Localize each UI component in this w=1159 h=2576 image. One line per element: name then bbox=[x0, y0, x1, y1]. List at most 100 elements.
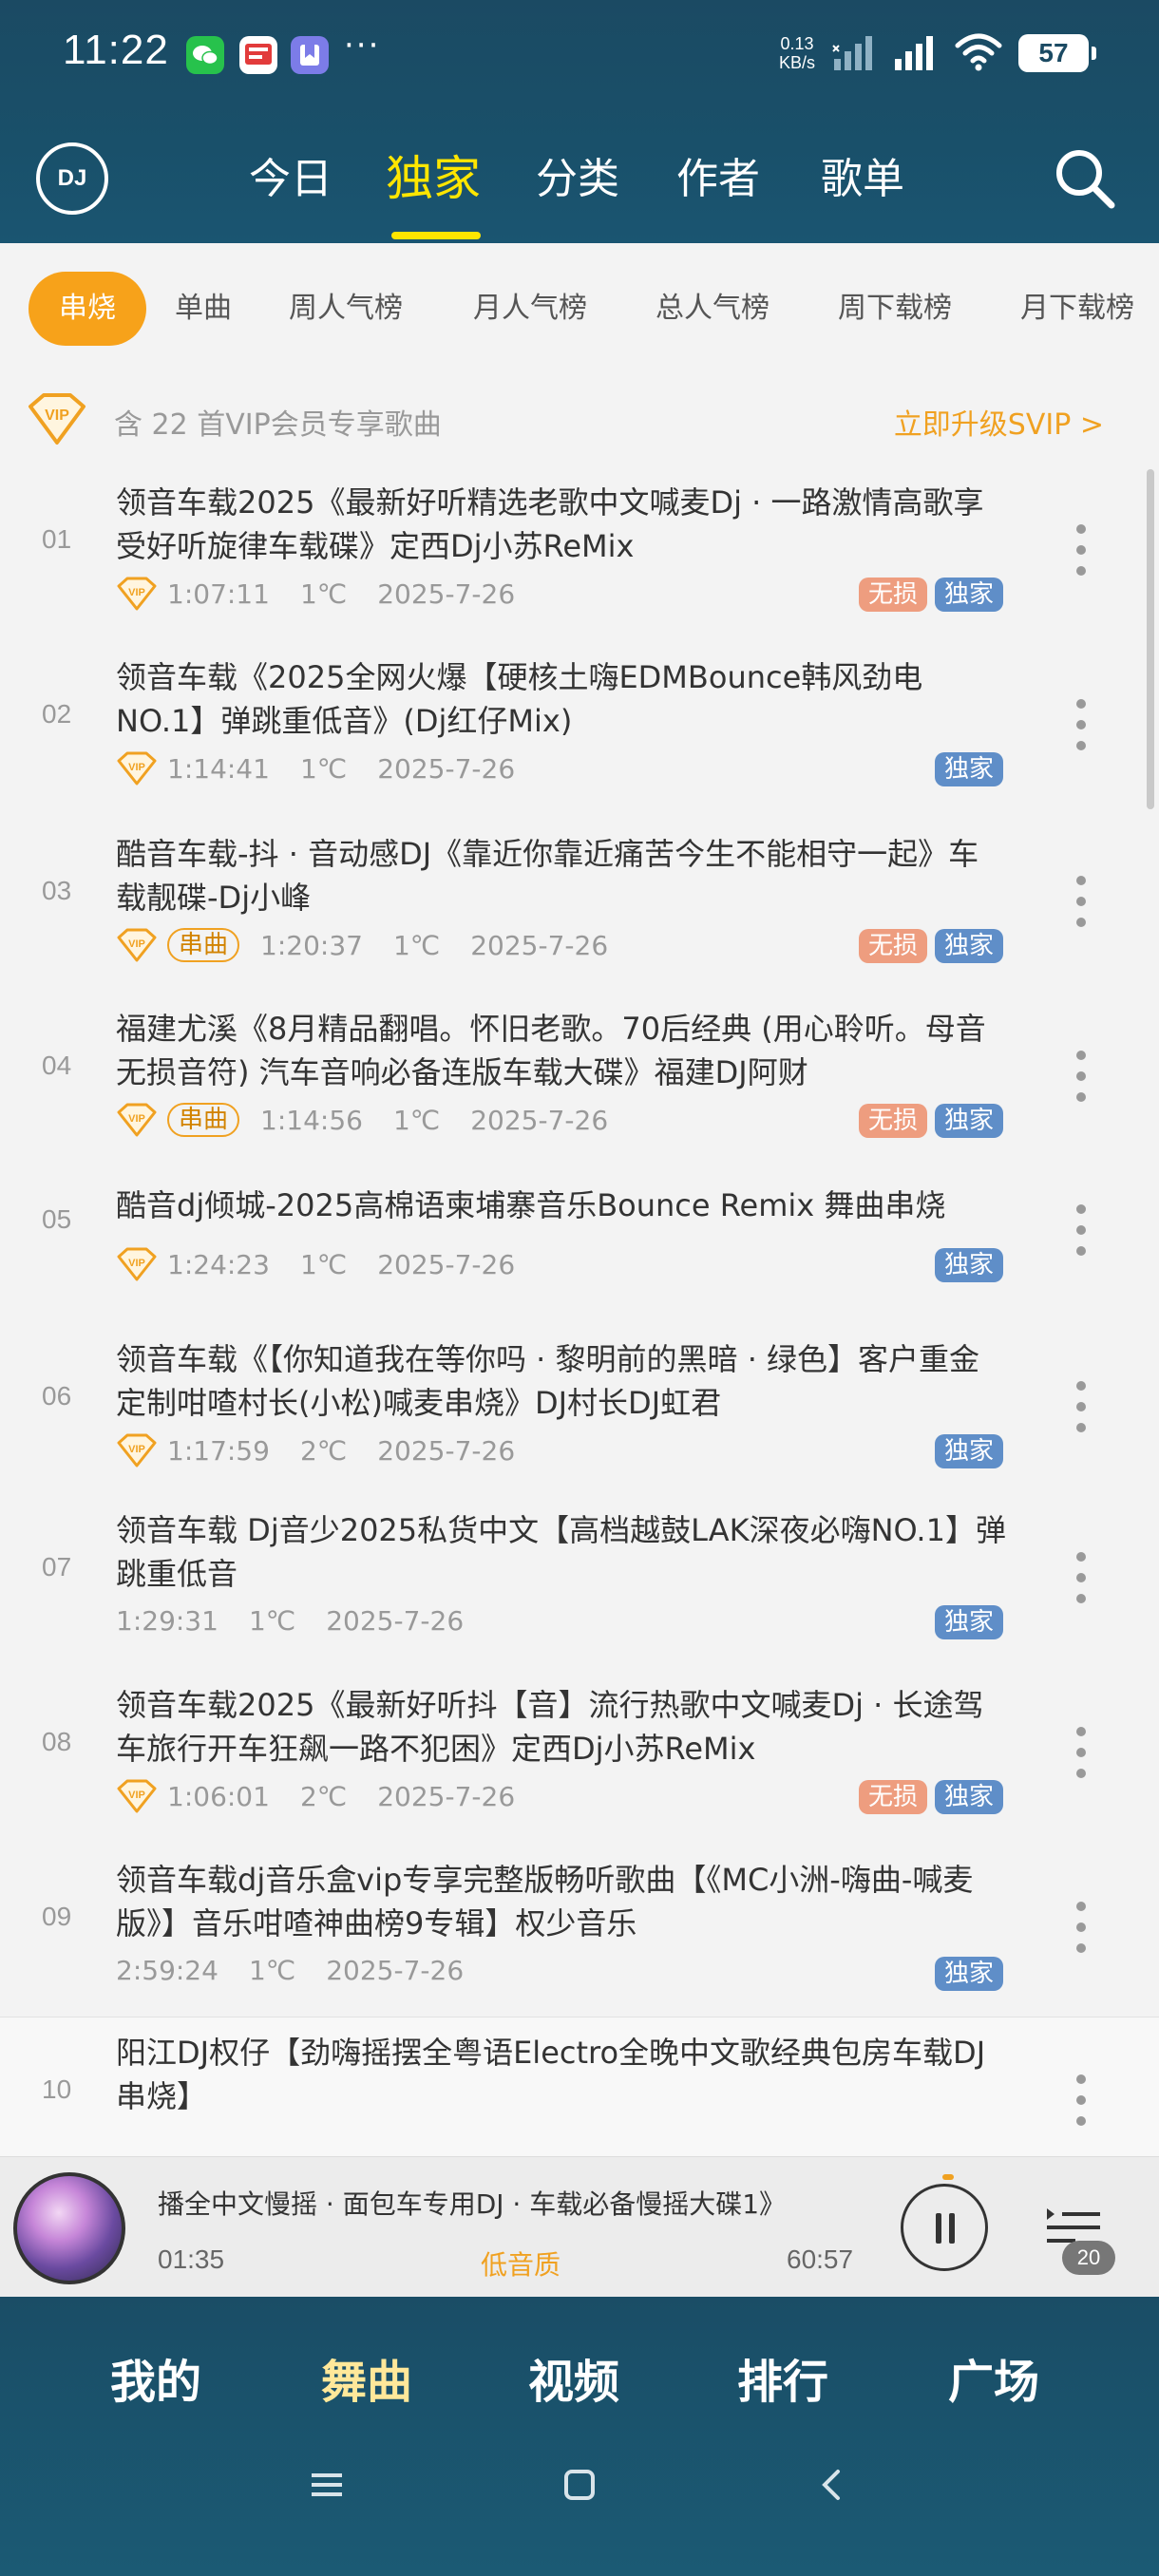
nav-ranking[interactable]: 排行 bbox=[737, 2344, 828, 2411]
exclusive-badge: 独家 bbox=[934, 1104, 1003, 1138]
back-icon[interactable] bbox=[815, 2468, 849, 2502]
vip-count-text: 含 22 首VIP会员专享歌曲 bbox=[114, 408, 442, 442]
menu-icon[interactable] bbox=[310, 2468, 344, 2502]
song-meta: 2:59:24 1℃ 2025-7-26 bbox=[116, 1955, 494, 1986]
chip-total-popular[interactable]: 总人气榜 bbox=[656, 272, 770, 346]
chip-monthly-popular[interactable]: 月人气榜 bbox=[473, 272, 587, 346]
app-icon-3 bbox=[291, 36, 329, 74]
signal-1-icon bbox=[832, 36, 872, 70]
song-meta: VIP 串曲 1:14:56 1℃ 2025-7-26 bbox=[116, 1102, 638, 1138]
song-tags: 无损 独家 bbox=[851, 578, 1003, 612]
song-row[interactable]: 05 酷音dj倾城-2025高棉语柬埔寨音乐Bounce Remix 舞曲串烧 … bbox=[0, 1166, 1159, 1315]
more-options-icon[interactable] bbox=[1072, 1381, 1091, 1444]
upgrade-svip-link[interactable]: 立即升级SVIP > bbox=[894, 401, 1104, 443]
mini-player[interactable]: 播全中文慢摇 · 面包车专用DJ · 车载必备慢摇大碟1》 01:35 低音质 … bbox=[0, 2156, 1159, 2297]
song-title: 领音车载《2025全网火爆【硬核土嗨EDMBounce韩风劲电NO.1】弹跳重低… bbox=[116, 659, 923, 739]
song-meta: VIP 1:07:11 1℃ 2025-7-26 bbox=[116, 576, 545, 612]
more-options-icon[interactable] bbox=[1072, 524, 1091, 587]
tab-playlist[interactable]: 歌单 bbox=[821, 144, 904, 205]
song-row[interactable]: 04 福建尤溪《8月精品翻唱。怀旧老歌。70后经典 (用心聆听。母音无损音符) … bbox=[0, 992, 1159, 1166]
nav-square[interactable]: 广场 bbox=[948, 2344, 1039, 2411]
signal-2-icon bbox=[895, 36, 933, 70]
chip-weekly-popular[interactable]: 周人气榜 bbox=[289, 272, 403, 346]
lossless-badge: 无损 bbox=[858, 1104, 927, 1138]
song-row[interactable]: 02 领音车载《2025全网火爆【硬核土嗨EDMBounce韩风劲电NO.1】弹… bbox=[0, 642, 1159, 817]
song-list: 01 领音车载2025《最新好听精选老歌中文喊麦Dj · 一路激情高歌享受好听旋… bbox=[0, 469, 1159, 2192]
list-scrollbar[interactable] bbox=[1147, 469, 1154, 809]
song-row[interactable]: 06 领音车载《【你知道我在等你吗 · 黎明前的黑暗 · 绿色】客户重金定制咁喳… bbox=[0, 1315, 1159, 1497]
now-playing-title: 播全中文慢摇 · 面包车专用DJ · 车载必备慢摇大碟1》 bbox=[158, 2188, 787, 2220]
exclusive-badge: 独家 bbox=[934, 1434, 1003, 1468]
lossless-badge: 无损 bbox=[858, 1780, 927, 1814]
tab-author[interactable]: 作者 bbox=[676, 144, 760, 205]
song-row[interactable]: 08 领音车载2025《最新好听抖【音】流行热歌中文喊麦Dj · 长途驾车旅行开… bbox=[0, 1672, 1159, 1847]
nav-mine[interactable]: 我的 bbox=[110, 2344, 201, 2411]
content-area: 串烧 单曲 周人气榜 月人气榜 总人气榜 周下载榜 月下载榜 VIP 含 22 … bbox=[0, 243, 1159, 2295]
song-meta: VIP 1:06:01 2℃ 2025-7-26 bbox=[116, 1778, 545, 1814]
song-duration: 1:20:37 bbox=[260, 929, 363, 961]
more-options-icon[interactable] bbox=[1072, 1902, 1091, 1964]
tab-today[interactable]: 今日 bbox=[249, 144, 332, 205]
exclusive-badge: 独家 bbox=[934, 1605, 1003, 1639]
battery-indicator: 57 bbox=[1018, 34, 1096, 72]
svg-text:VIP: VIP bbox=[45, 407, 69, 424]
song-meta: VIP 串曲 1:20:37 1℃ 2025-7-26 bbox=[116, 927, 638, 963]
song-number: 10 bbox=[42, 2074, 72, 2104]
song-date: 2025-7-26 bbox=[377, 578, 516, 610]
more-options-icon[interactable] bbox=[1072, 1051, 1091, 1113]
album-cover[interactable] bbox=[13, 2172, 125, 2284]
song-duration: 2:59:24 bbox=[116, 1955, 218, 1986]
net-speed: 0.13 KB/s bbox=[779, 34, 816, 72]
song-number: 02 bbox=[42, 699, 72, 729]
song-duration: 1:14:56 bbox=[260, 1104, 363, 1136]
home-icon[interactable] bbox=[562, 2468, 597, 2502]
song-duration: 1:07:11 bbox=[167, 578, 270, 610]
song-duration: 1:29:31 bbox=[116, 1605, 218, 1637]
song-row[interactable]: 03 酷音车载-抖 · 音动感DJ《靠近你靠近痛苦今生不能相守一起》车载靓碟-D… bbox=[0, 817, 1159, 992]
more-options-icon[interactable] bbox=[1072, 699, 1091, 762]
tab-exclusive[interactable]: 独家 bbox=[386, 141, 481, 209]
song-date: 2025-7-26 bbox=[470, 1104, 609, 1136]
audio-quality[interactable]: 低音质 bbox=[481, 2245, 560, 2282]
more-options-icon[interactable] bbox=[1072, 1552, 1091, 1615]
song-title: 领音车载dj音乐盒vip专享完整版畅听歌曲【《MC小洲-嗨曲-喊麦版》】音乐咁喳… bbox=[116, 1862, 974, 1941]
song-title: 领音车载2025《最新好听抖【音】流行热歌中文喊麦Dj · 长途驾车旅行开车狂飙… bbox=[116, 1687, 984, 1767]
svg-text:VIP: VIP bbox=[128, 1258, 145, 1269]
song-duration: 1:06:01 bbox=[167, 1780, 270, 1812]
song-meta: VIP 1:14:41 1℃ 2025-7-26 bbox=[116, 750, 545, 786]
chip-weekly-download[interactable]: 周下载榜 bbox=[838, 272, 952, 346]
exclusive-badge: 独家 bbox=[934, 752, 1003, 786]
more-notifications-icon: ··· bbox=[344, 27, 381, 65]
vip-icon: VIP bbox=[117, 751, 157, 786]
song-row[interactable]: 09 领音车载dj音乐盒vip专享完整版畅听歌曲【《MC小洲-嗨曲-喊麦版》】音… bbox=[0, 1847, 1159, 2017]
lossless-badge: 无损 bbox=[858, 578, 927, 612]
nav-dance-music[interactable]: 舞曲 bbox=[321, 2344, 412, 2411]
song-temp: 1℃ bbox=[299, 752, 348, 785]
chip-single[interactable]: 单曲 bbox=[175, 272, 232, 346]
search-icon[interactable] bbox=[1051, 144, 1119, 213]
exclusive-badge: 独家 bbox=[934, 929, 1003, 963]
more-options-icon[interactable] bbox=[1072, 1727, 1091, 1790]
more-options-icon[interactable] bbox=[1072, 2074, 1091, 2137]
exclusive-badge: 独家 bbox=[934, 1957, 1003, 1991]
song-temp: 1℃ bbox=[392, 929, 441, 961]
total-time: 60:57 bbox=[787, 2245, 854, 2274]
active-tab-indicator bbox=[391, 232, 481, 239]
nav-video[interactable]: 视频 bbox=[528, 2344, 619, 2411]
pause-button[interactable] bbox=[901, 2184, 988, 2271]
song-number: 04 bbox=[42, 1051, 72, 1080]
chip-monthly-download[interactable]: 月下载榜 bbox=[1020, 272, 1134, 346]
song-row[interactable]: 01 领音车载2025《最新好听精选老歌中文喊麦Dj · 一路激情高歌享受好听旋… bbox=[0, 469, 1159, 642]
exclusive-badge: 独家 bbox=[934, 1248, 1003, 1282]
vip-badge-icon: VIP bbox=[28, 393, 86, 445]
more-options-icon[interactable] bbox=[1072, 876, 1091, 938]
more-options-icon[interactable] bbox=[1072, 1204, 1091, 1267]
song-title: 阳江DJ权仔【劲嗨摇摆全粤语Electro全晚中文歌经典包房车载DJ串烧】 bbox=[116, 2035, 986, 2114]
vip-icon: VIP bbox=[117, 928, 157, 962]
bottom-navigation: 我的 舞曲 视频 排行 广场 bbox=[0, 2297, 1159, 2576]
song-row[interactable]: 07 领音车载 Dj音少2025私货中文【高档越鼓LAK深夜必嗨NO.1】弹跳重… bbox=[0, 1497, 1159, 1672]
tab-category[interactable]: 分类 bbox=[536, 144, 619, 205]
exclusive-badge: 独家 bbox=[934, 578, 1003, 612]
song-temp: 1℃ bbox=[248, 1605, 296, 1637]
chip-medley[interactable]: 串烧 bbox=[28, 272, 146, 346]
